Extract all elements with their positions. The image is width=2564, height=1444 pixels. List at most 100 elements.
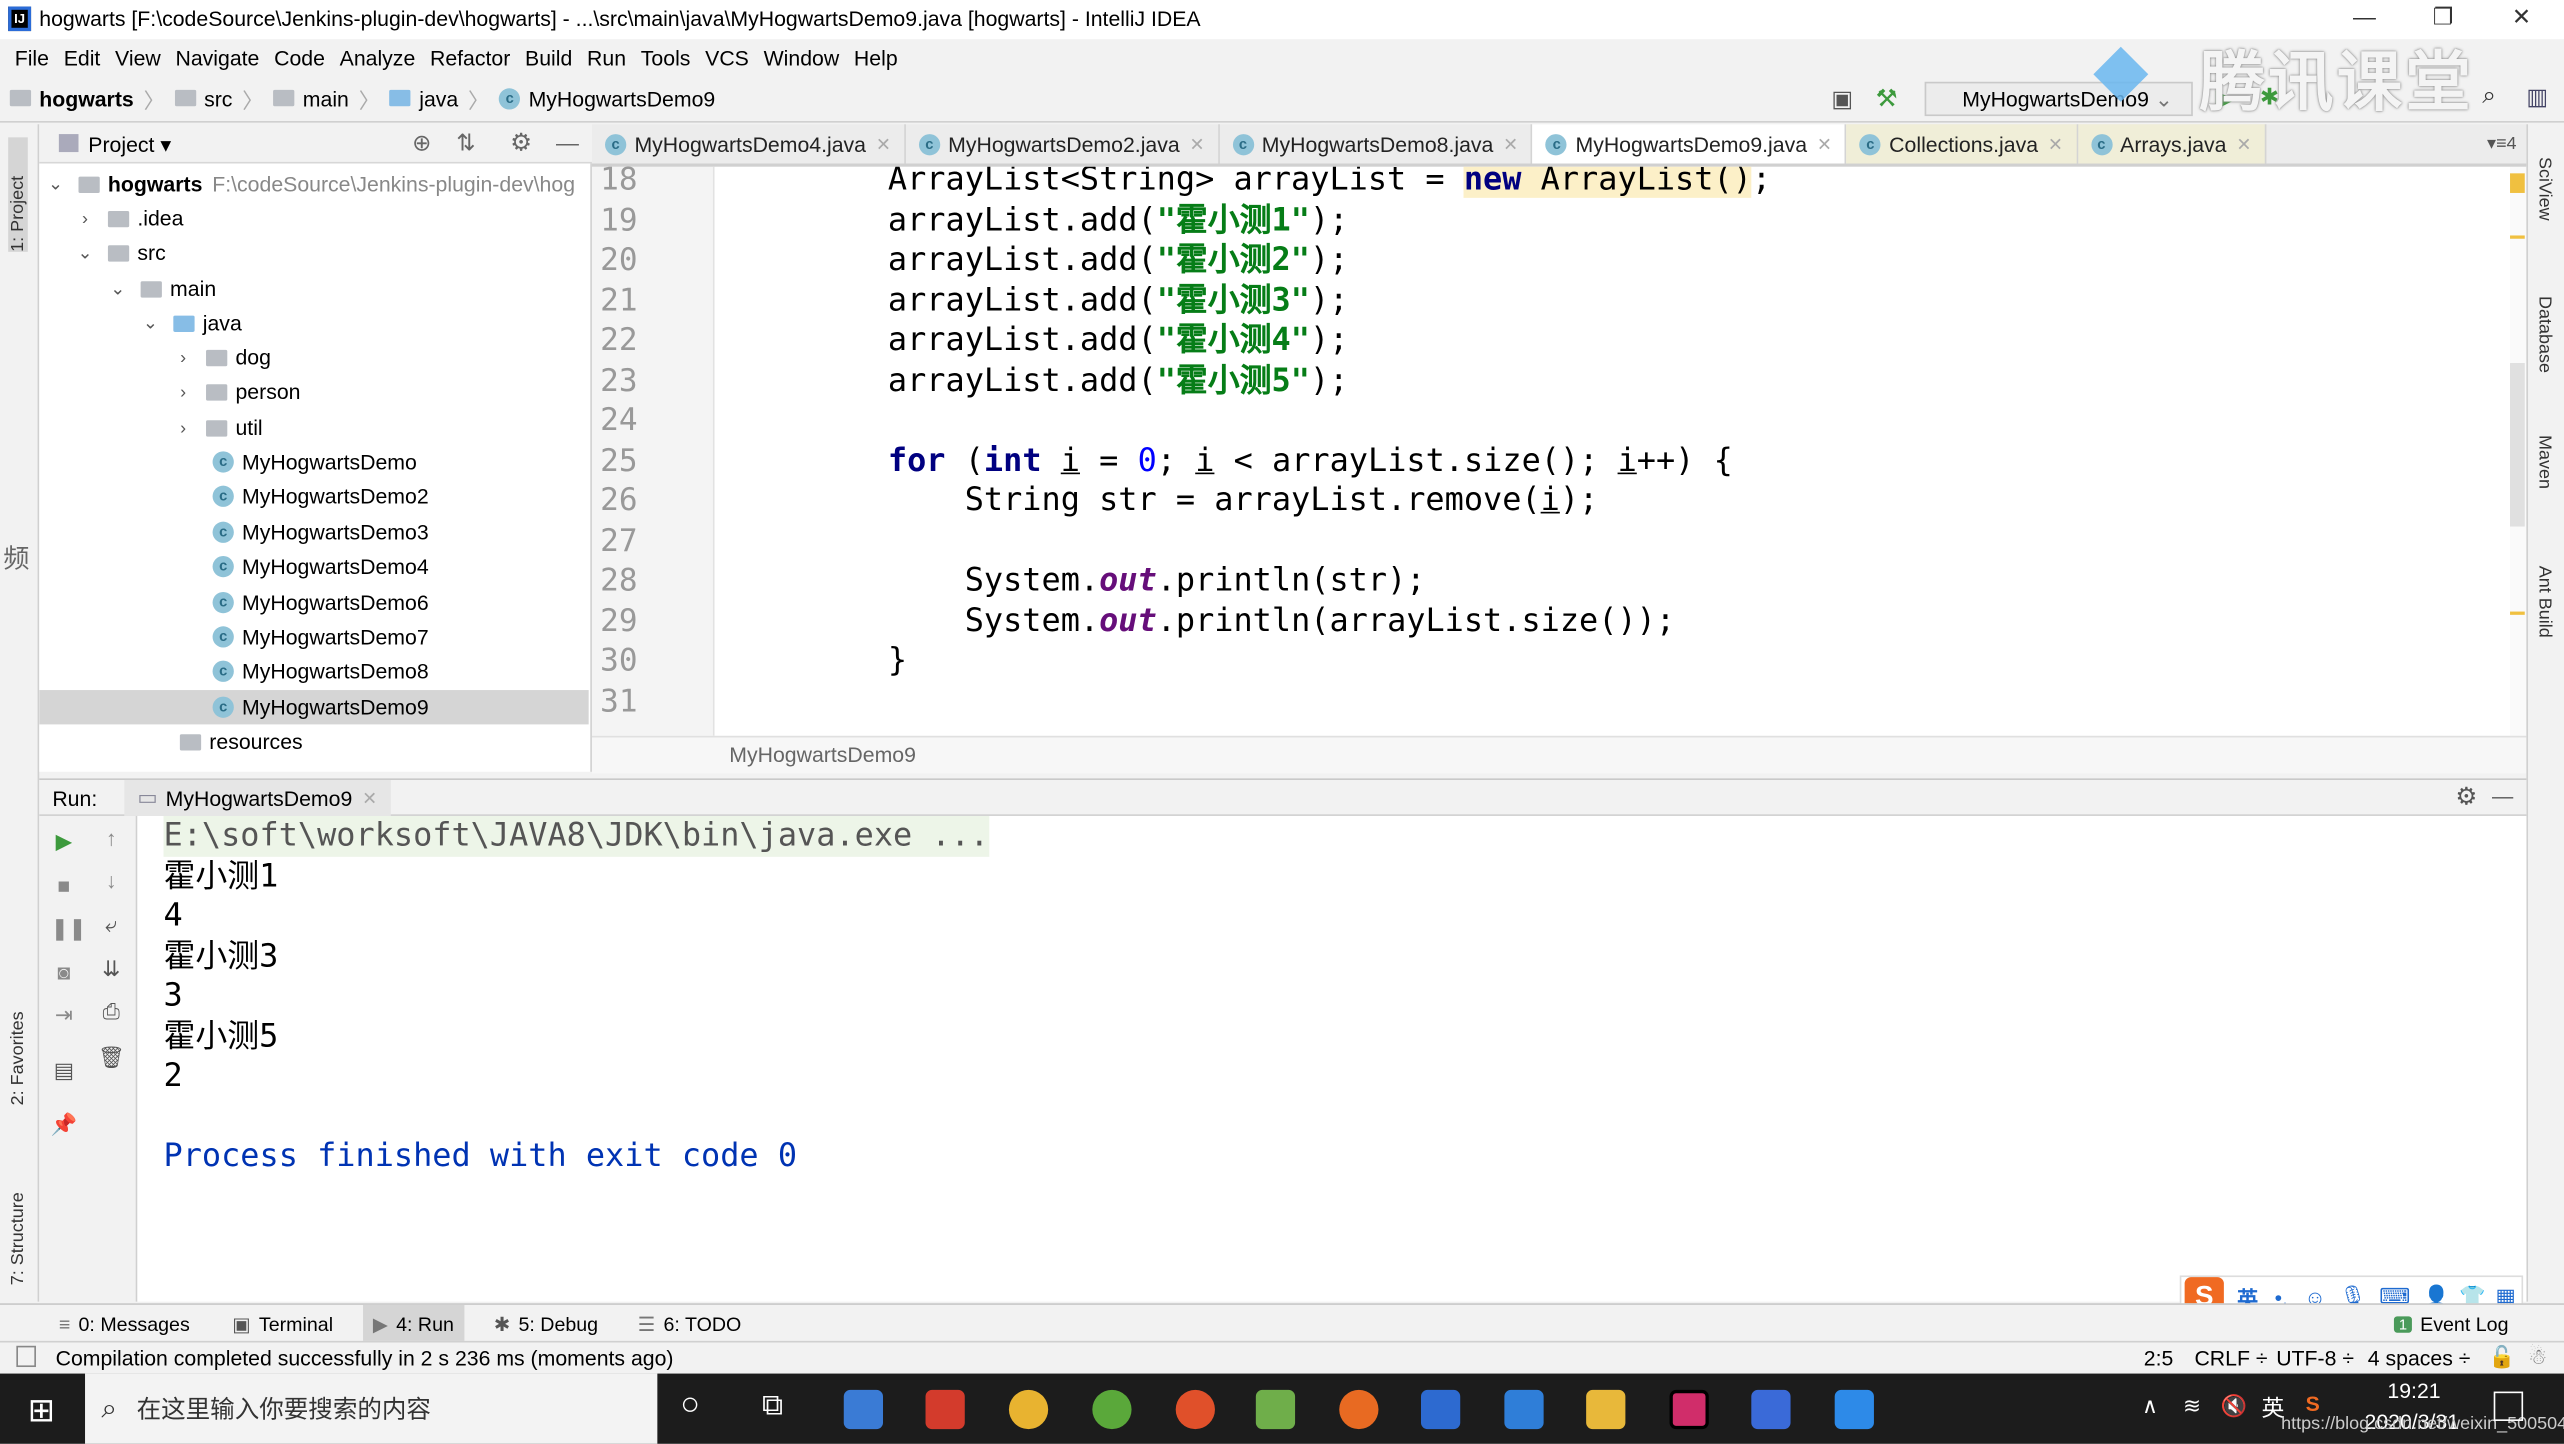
todo-tab[interactable]: ☰ 6: TODO (628, 1305, 751, 1343)
tree-node-class-selected[interactable]: c MyHogwartsDemo9 (39, 690, 589, 725)
close-tab-icon[interactable]: ✕ (1503, 133, 1518, 155)
intellij-taskbar-icon[interactable] (1669, 1389, 1709, 1430)
tree-node-class[interactable]: c MyHogwartsDemo7 (212, 620, 429, 654)
locate-icon[interactable]: ⊕ (412, 129, 431, 157)
settings-gear-icon[interactable]: ⚙ (2455, 782, 2477, 811)
menu-vcs[interactable]: VCS (705, 45, 749, 70)
down-arrow-icon[interactable]: ↓ (98, 868, 124, 894)
app-icon[interactable] (1339, 1389, 1379, 1430)
sciview-tool-tab[interactable]: SciView (2535, 157, 2555, 221)
menu-help[interactable]: Help (854, 45, 898, 70)
code-line[interactable]: String str = arrayList.remove(i); (888, 481, 1599, 521)
messages-tab[interactable]: ≡ 0: Messages (49, 1305, 200, 1343)
search-icon[interactable]: ⌕ (2482, 82, 2496, 110)
menu-refactor[interactable]: Refactor (430, 45, 510, 70)
tree-node-resources[interactable]: resources (179, 724, 303, 758)
collapse-all-icon[interactable]: ⇅ (456, 129, 475, 157)
tree-node-src[interactable]: ⌄ src (72, 235, 165, 269)
code-line[interactable]: } (888, 641, 907, 681)
tree-node-class[interactable]: c MyHogwartsDemo6 (212, 585, 429, 619)
tab-demo9[interactable]: c MyHogwartsDemo9.java ✕ (1532, 124, 1847, 164)
breadcrumb-src[interactable]: src 〉 (174, 83, 264, 114)
event-log-tab[interactable]: 1 Event Log (2384, 1305, 2518, 1343)
code-line[interactable]: arrayList.add("霍小测5"); (888, 361, 1348, 401)
project-view-dropdown[interactable]: Project ▾ (88, 132, 171, 158)
ant-build-tool-tab[interactable]: Ant Build (2535, 566, 2555, 638)
windows-start-icon[interactable]: ⊞ (28, 1390, 55, 1431)
pause-icon[interactable]: ❚❚ (51, 916, 87, 942)
tree-node-class[interactable]: c MyHogwartsDemo4 (212, 549, 429, 583)
status-toggle-icon[interactable] (16, 1345, 36, 1368)
close-tab-icon[interactable]: ✕ (1817, 133, 1832, 155)
database-tool-tab[interactable]: Database (2535, 296, 2555, 373)
terminal-tab[interactable]: ▣ Terminal (222, 1305, 343, 1343)
favorites-tool-tab[interactable]: 2: Favorites (8, 991, 28, 1105)
line-separator[interactable]: CRLF ÷ (2194, 1346, 2267, 1371)
tree-node-dog[interactable]: › dog (170, 340, 271, 374)
code-line[interactable]: arrayList.add("霍小测2"); (888, 240, 1348, 280)
close-tab-icon[interactable]: ✕ (876, 133, 891, 155)
tab-demo4[interactable]: c MyHogwartsDemo4.java ✕ (592, 124, 906, 164)
exit-icon[interactable]: ⇥ (51, 1002, 77, 1028)
tree-node-idea[interactable]: › .idea (72, 201, 183, 235)
build-hammer-icon[interactable]: ⚒ (1876, 83, 1898, 113)
menu-run[interactable]: Run (587, 45, 626, 70)
soft-wrap-icon[interactable]: ⤶ (98, 912, 124, 938)
code-editor[interactable]: ArrayList<String> arrayList = new ArrayL… (714, 166, 2511, 736)
chrome-icon[interactable] (1008, 1389, 1049, 1430)
tree-node-util[interactable]: › util (170, 410, 263, 444)
indent-setting[interactable]: 4 spaces ÷ (2368, 1346, 2471, 1371)
structure-tool-tab[interactable]: 7: Structure (8, 1154, 28, 1285)
tab-demo8[interactable]: c MyHogwartsDemo8.java ✕ (1219, 124, 1533, 164)
menu-view[interactable]: View (115, 45, 161, 70)
breadcrumb-java[interactable]: java 〉 (389, 83, 489, 114)
menu-build[interactable]: Build (525, 45, 572, 70)
app-icon[interactable] (1834, 1389, 1874, 1430)
code-line[interactable]: arrayList.add("霍小测4"); (888, 320, 1348, 360)
clear-trash-icon[interactable]: 🗑 (98, 1045, 125, 1071)
rerun-icon[interactable]: ▶ (51, 829, 77, 855)
run-tab[interactable]: ▭ MyHogwartsDemo9 ✕ (124, 779, 391, 816)
tree-node-java[interactable]: ⌄ java (137, 306, 242, 340)
breadcrumb-file[interactable]: c MyHogwartsDemo9 (499, 86, 715, 110)
close-tab-icon[interactable]: ✕ (1190, 133, 1205, 155)
code-line[interactable]: ArrayList<String> arrayList = new ArrayL… (888, 166, 1771, 201)
taskbar-search[interactable]: ⌕ 在这里输入你要搜索的内容 (85, 1373, 658, 1444)
up-arrow-icon[interactable]: ↑ (98, 826, 124, 852)
lock-icon[interactable]: 🔓 (2489, 1344, 2515, 1370)
close-button[interactable]: ✕ (2489, 3, 2554, 36)
wifi-icon[interactable]: ≋ (2183, 1393, 2201, 1419)
tree-node-class[interactable]: c MyHogwartsDemo2 (212, 479, 429, 513)
status-message[interactable]: Compilation completed successfully in 2 … (56, 1346, 674, 1371)
app-icon[interactable] (1175, 1389, 1215, 1430)
hide-panel-icon[interactable]: — (556, 129, 579, 155)
file-explorer-icon[interactable] (1586, 1389, 1626, 1430)
inspector-icon[interactable]: ☃ (2528, 1344, 2547, 1370)
scroll-to-end-icon[interactable]: ⇊ (98, 957, 124, 983)
run-tool-tab[interactable]: ▶ 4: Run (363, 1304, 464, 1343)
stop-icon[interactable]: ■ (51, 873, 77, 899)
menu-edit[interactable]: Edit (64, 45, 101, 70)
menu-analyze[interactable]: Analyze (340, 45, 416, 70)
tree-node-person[interactable]: › person (170, 374, 300, 408)
app-icon[interactable] (1092, 1389, 1132, 1430)
caret-position[interactable]: 2:5 (2144, 1346, 2174, 1371)
menu-code[interactable]: Code (274, 45, 325, 70)
code-line[interactable]: for (int i = 0; i < arrayList.size(); i+… (888, 441, 1733, 481)
layout-icon[interactable]: ▤ (51, 1058, 77, 1084)
tree-node-class[interactable]: c MyHogwartsDemo3 (212, 515, 429, 549)
pin-icon[interactable]: 📌 (51, 1112, 77, 1138)
breadcrumb-hogwarts[interactable]: hogwarts 〉 (9, 83, 165, 114)
dump-threads-icon[interactable]: ◙ (51, 960, 77, 986)
tree-node-main[interactable]: ⌄ main (105, 271, 216, 305)
app-icon[interactable] (1751, 1389, 1791, 1430)
maven-tool-tab[interactable]: Maven (2535, 435, 2555, 489)
menu-navigate[interactable]: Navigate (175, 45, 259, 70)
menu-window[interactable]: Window (764, 45, 840, 70)
settings-gear-icon[interactable]: ⚙ (510, 128, 532, 157)
tree-node-hogwarts[interactable]: ⌄ hogwarts F:\codeSource\Jenkins-plugin-de… (43, 167, 575, 201)
volume-muted-icon[interactable]: 🔇 (2221, 1393, 2247, 1419)
hide-panel-icon[interactable]: — (2492, 783, 2513, 808)
app-icon[interactable] (925, 1389, 965, 1430)
app-icon[interactable] (1255, 1389, 1296, 1430)
